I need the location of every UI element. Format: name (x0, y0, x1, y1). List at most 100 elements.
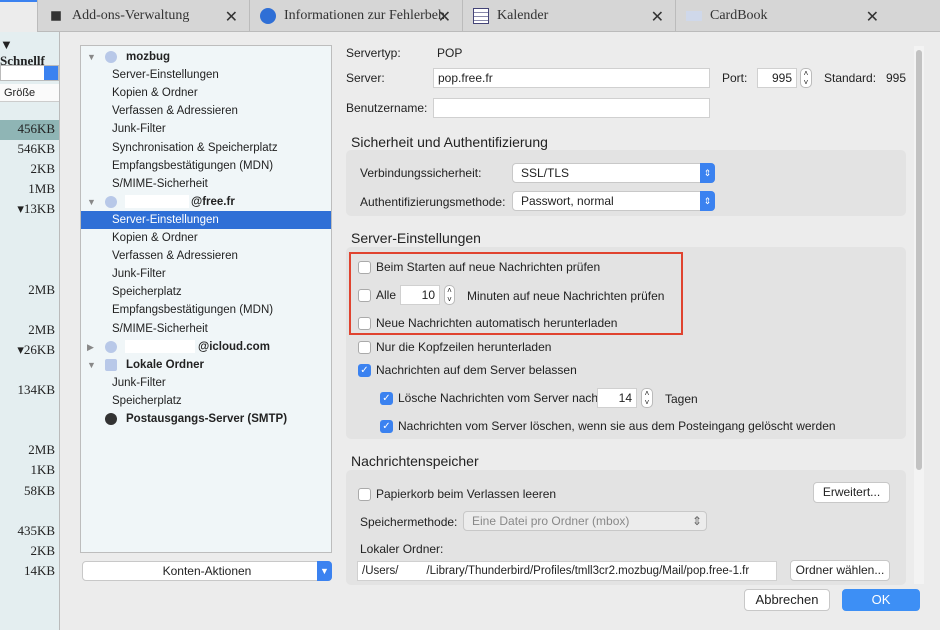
tree-item-label: @free.fr (191, 195, 235, 208)
auto-download[interactable]: Neue Nachrichten automatisch herunterlad… (358, 314, 617, 332)
minutes-stepper[interactable]: ˄ ˅ (444, 285, 455, 305)
chevron-updown-icon: ⇕ (700, 191, 715, 211)
tree-item[interactable]: Verfassen & Adressieren (81, 247, 331, 265)
tab-cardbook[interactable]: CardBook ✕ (675, 0, 889, 32)
checkbox-checked[interactable]: ✓ (358, 363, 371, 377)
message-size: 134KB (17, 382, 55, 397)
filter-select[interactable] (0, 65, 59, 81)
tree-item-label: Kopien & Ordner (112, 87, 198, 100)
account-actions-button[interactable]: Konten-Aktionen ▼ (82, 561, 332, 581)
tree-item-label: Empfangsbestätigungen (MDN) (112, 159, 274, 172)
close-icon[interactable]: ✕ (438, 7, 451, 27)
tree-item[interactable]: Server-Einstellungen (81, 210, 331, 229)
checkbox[interactable] (358, 260, 371, 274)
tab-calendar[interactable]: Kalender ✕ (462, 0, 674, 32)
close-icon[interactable]: ✕ (225, 7, 238, 27)
days-stepper[interactable]: ˄ ˅ (641, 388, 653, 408)
close-icon[interactable]: ✕ (866, 7, 879, 27)
tree-item-label: Server-Einstellungen (112, 213, 219, 226)
checkbox[interactable] (358, 288, 371, 302)
server-input[interactable]: pop.free.fr (433, 68, 710, 88)
disclosure-triangle-icon[interactable]: ▶ (87, 338, 94, 356)
empty-trash[interactable]: Papierkorb beim Verlassen leeren (358, 485, 556, 503)
disclosure-triangle-icon[interactable]: ▼ (87, 193, 96, 211)
tree-account[interactable]: ▼ @free.fr (81, 193, 331, 211)
scrollbar-thumb[interactable] (916, 50, 922, 470)
advanced-button[interactable]: Erweitert... (813, 482, 890, 503)
tree-account[interactable]: ▼ Lokale Ordner (81, 356, 331, 374)
tree-account[interactable]: Postausgangs-Server (SMTP) (81, 410, 331, 428)
chevron-updown-icon: ⇕ (700, 163, 715, 183)
days-input[interactable]: 14 (597, 388, 637, 408)
tree-item[interactable]: S/MIME-Sicherheit (81, 320, 331, 338)
message-size: 1KB (30, 462, 55, 477)
store-method-select[interactable]: Eine Datei pro Ordner (mbox) ⇕ (463, 511, 707, 531)
port-input[interactable]: 995 (757, 68, 797, 88)
tree-item[interactable]: Kopien & Ordner (81, 229, 331, 247)
server-settings-heading: Server-Einstellungen (351, 230, 481, 246)
choose-folder-button[interactable]: Ordner wählen... (790, 560, 890, 581)
standard-label: Standard: (824, 71, 877, 85)
thunderbird-icon (260, 8, 276, 24)
headers-only[interactable]: Nur die Kopfzeilen herunterladen (358, 338, 551, 356)
minutes-input[interactable]: 10 (400, 285, 440, 305)
checkbox-checked[interactable]: ✓ (380, 391, 393, 405)
port-stepper[interactable]: ˄ ˅ (800, 68, 812, 88)
message-size: 435KB (17, 523, 55, 538)
cancel-button[interactable]: Abbrechen (744, 589, 830, 611)
check-on-startup[interactable]: Beim Starten auf neue Nachrichten prüfen (358, 258, 600, 276)
tree-item[interactable]: Junk-Filter (81, 374, 331, 392)
delete-when-deleted[interactable]: ✓ Nachrichten vom Server löschen, wenn si… (380, 417, 836, 435)
message-size: 2MB (28, 282, 55, 297)
message-size: 546KB (17, 141, 55, 156)
check-every[interactable]: Alle (358, 286, 396, 304)
tree-item[interactable]: Junk-Filter (81, 265, 331, 283)
tree-item-label: S/MIME-Sicherheit (112, 322, 208, 335)
checkbox[interactable] (358, 487, 371, 501)
tree-account[interactable]: ▶ @icloud.com (81, 338, 331, 356)
checkbox[interactable] (358, 340, 371, 354)
message-size: 2KB (30, 543, 55, 558)
tree-item[interactable]: Speicherplatz (81, 283, 331, 301)
tree-item-label: Kopien & Ordner (112, 232, 198, 244)
message-size: ▾26KB (17, 342, 55, 357)
local-folder-input[interactable]: /Users//Library/Thunderbird/Profiles/tml… (357, 561, 777, 581)
connection-security-select[interactable]: SSL/TLS ⇕ (512, 163, 715, 183)
checkbox[interactable] (358, 316, 371, 330)
tab-active[interactable] (0, 0, 37, 32)
account-tree: ▼ mozbug Server-Einstellungen Kopien & Ordn… (80, 45, 332, 553)
leave-on-server[interactable]: ✓ Nachrichten auf dem Server belassen (358, 361, 577, 379)
tree-item[interactable]: Synchronisation & Speicherplatz (81, 139, 331, 157)
scrollbar[interactable] (914, 46, 924, 584)
username-input[interactable] (433, 98, 710, 118)
minutes-suffix: Minuten auf neue Nachrichten prüfen (467, 289, 665, 303)
checkbox-checked[interactable]: ✓ (380, 419, 393, 433)
tree-item-label: Junk-Filter (112, 376, 166, 389)
tree-item[interactable]: Server-Einstellungen (81, 66, 331, 84)
tree-item[interactable]: S/MIME-Sicherheit (81, 175, 331, 193)
ok-button[interactable]: OK (842, 589, 920, 611)
auth-method-select[interactable]: Passwort, normal ⇕ (512, 191, 715, 211)
tree-item[interactable]: Empfangsbestätigungen (MDN) (81, 157, 331, 175)
tree-item-label: Server-Einstellungen (112, 69, 219, 82)
tree-item[interactable]: Speicherplatz (81, 392, 331, 410)
tree-item-label: S/MIME-Sicherheit (112, 177, 208, 190)
tree-account[interactable]: ▼ mozbug (81, 48, 331, 66)
tree-item[interactable]: Empfangsbestätigungen (MDN) (81, 301, 331, 319)
tree-item[interactable]: Junk-Filter (81, 120, 331, 138)
tree-item[interactable]: Kopien & Ordner (81, 84, 331, 102)
delete-after[interactable]: ✓ Lösche Nachrichten vom Server nach (380, 389, 598, 407)
auth-method-label: Authentifizierungsmethode: (360, 195, 506, 209)
local-folder-icon (105, 358, 117, 371)
disclosure-triangle-icon[interactable]: ▼ (87, 48, 96, 66)
tab-addons[interactable]: Add-ons-Verwaltung ✕ (37, 0, 248, 32)
tab-troubleshooting[interactable]: Informationen zur Fehlerbeh ✕ (249, 0, 461, 32)
tree-item[interactable]: Verfassen & Adressieren (81, 102, 331, 120)
tree-item-label: mozbug (126, 51, 171, 63)
close-icon[interactable]: ✕ (651, 7, 664, 27)
column-header-size[interactable]: Größe (0, 84, 59, 102)
security-heading: Sicherheit und Authentifizierung (351, 134, 548, 150)
tree-item-label: Junk-Filter (112, 123, 166, 136)
message-size: 2MB (28, 322, 55, 337)
disclosure-triangle-icon[interactable]: ▼ (87, 356, 96, 374)
